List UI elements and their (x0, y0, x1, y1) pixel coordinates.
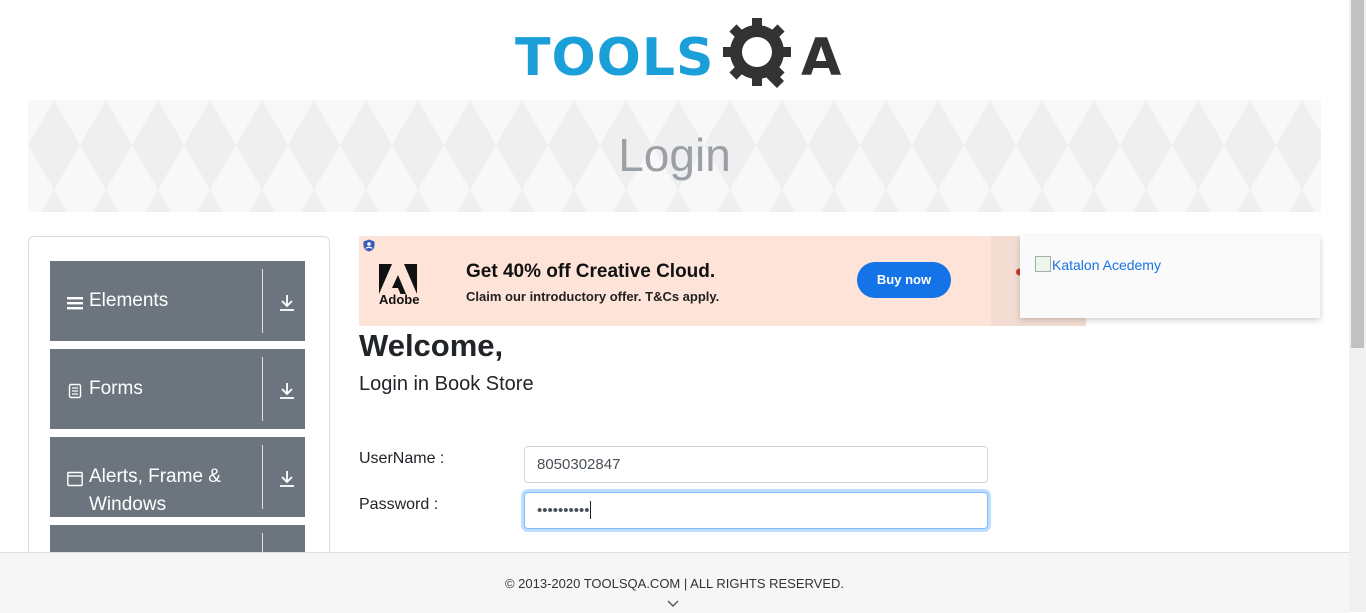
divider (262, 269, 263, 333)
adobe-ad[interactable]: Adobe Get 40% off Creative Cloud. Claim … (359, 236, 1086, 326)
sidebar: Elements Forms Alerts, Frame & Windows (28, 236, 330, 568)
password-value: •••••••••• (537, 502, 590, 519)
divider (262, 357, 263, 421)
ad-subline: Claim our introductory offer. T&Cs apply… (466, 289, 720, 304)
text-caret (589, 501, 591, 519)
page-title: Login (618, 129, 731, 181)
sidebar-group-label: Forms (89, 378, 143, 399)
hamburger-icon (67, 297, 83, 310)
sidebar-group-label: Alerts, Frame & Windows (89, 466, 221, 515)
username-label: UserName : (359, 450, 445, 467)
page-banner: Login (28, 100, 1321, 212)
sidebar-group-alerts[interactable]: Alerts, Frame & Windows (50, 437, 305, 517)
login-subtitle: Login in Book Store (359, 373, 534, 395)
katalon-ad-alt: Katalon Acedemy (1052, 257, 1161, 273)
ad-brand: Adobe (379, 292, 420, 307)
divider (262, 445, 263, 509)
footer-copyright: © 2013-2020 TOOLSQA.COM | ALL RIGHTS RES… (504, 576, 845, 591)
logo-text: TOOLS (515, 28, 715, 88)
welcome-heading: Welcome, (359, 328, 504, 363)
sidebar-group-forms[interactable]: Forms (50, 349, 305, 429)
download-arrow-icon[interactable] (278, 293, 296, 313)
document-icon (68, 383, 82, 399)
download-arrow-icon[interactable] (278, 381, 296, 401)
window-icon (67, 471, 83, 487)
sidebar-group-elements[interactable]: Elements (50, 261, 305, 341)
footer: © 2013-2020 TOOLSQA.COM | ALL RIGHTS RES… (0, 552, 1349, 613)
ad-choices-icon[interactable] (363, 239, 375, 252)
password-field[interactable]: •••••••••• (524, 492, 988, 529)
password-label: Password : (359, 496, 439, 513)
ad-headline: Get 40% off Creative Cloud. (466, 261, 716, 282)
ad-buy-now-button[interactable]: Buy now (857, 262, 951, 298)
chevron-down-icon[interactable] (667, 600, 679, 608)
sidebar-group-label: Elements (89, 290, 169, 311)
username-field[interactable]: 8050302847 (524, 446, 988, 483)
download-arrow-icon[interactable] (278, 469, 296, 489)
page-scrollbar[interactable] (1349, 0, 1366, 612)
broken-image-icon (1035, 256, 1051, 272)
toolsqa-logo[interactable]: TOOLS A (515, 16, 842, 92)
katalon-ad-link[interactable]: Katalon Acedemy (1035, 256, 1161, 273)
logo-suffix: A (801, 28, 842, 88)
katalon-ad[interactable]: Katalon Acedemy (1020, 236, 1320, 318)
scrollbar-thumb[interactable] (1351, 0, 1364, 348)
gear-magnifier-icon (723, 18, 791, 89)
